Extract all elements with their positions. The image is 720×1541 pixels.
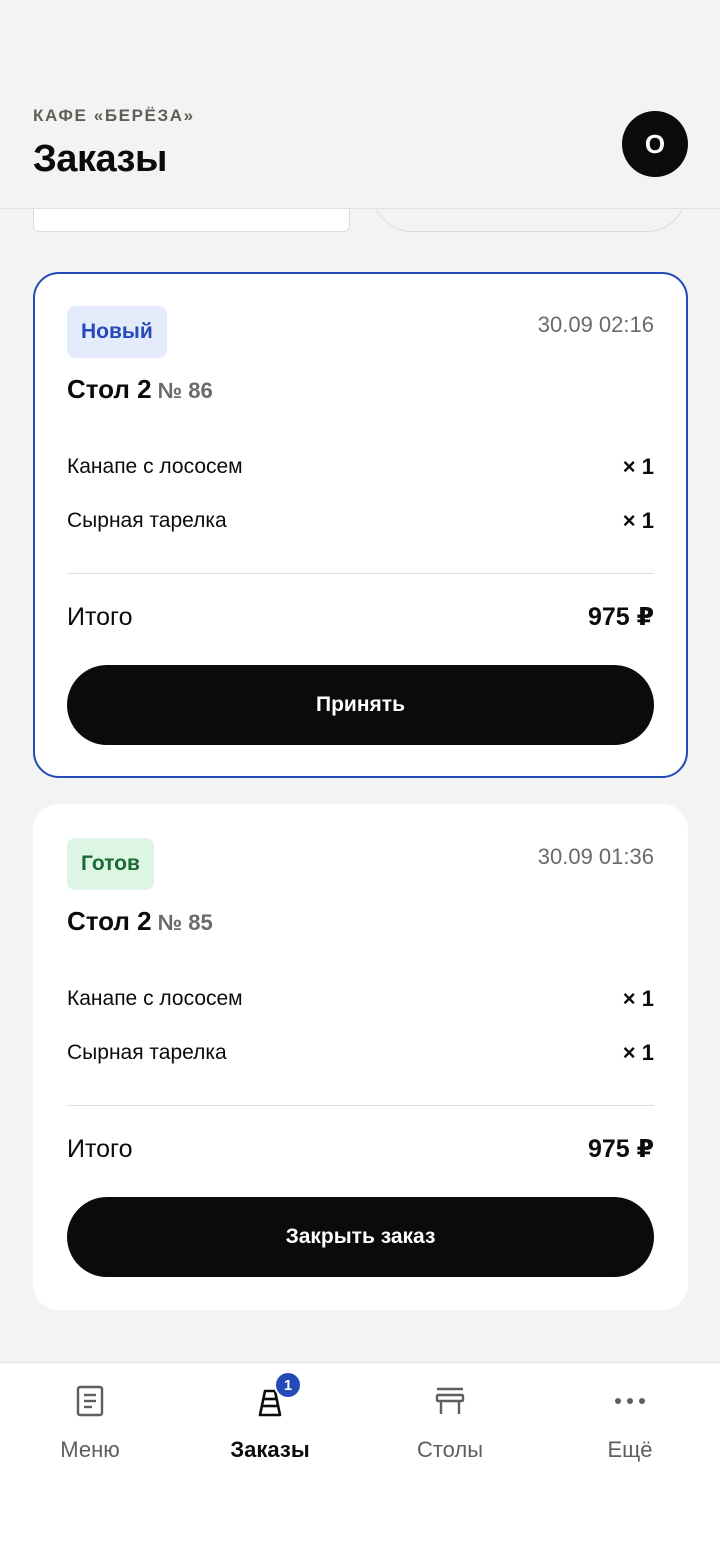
item-name: Канапе с лососем [67, 455, 243, 478]
item-name: Сырная тарелка [67, 509, 227, 532]
nav-item-tables[interactable]: Столы [360, 1383, 540, 1483]
nav-label: Столы [416, 1437, 484, 1462]
menu-document-icon [72, 1383, 108, 1419]
cafe-name: КАФЕ «БЕРЁЗА» [33, 106, 195, 125]
notification-badge: 1 [274, 1371, 302, 1399]
total-row: Итого 975 ₽ [67, 602, 654, 632]
item-qty: × 1 [622, 986, 654, 1011]
total-row: Итого 975 ₽ [67, 1134, 654, 1164]
nav-item-menu[interactable]: Меню [0, 1383, 180, 1483]
order-time: 30.09 01:36 [537, 844, 654, 869]
item-qty: × 1 [622, 1040, 654, 1065]
item-name: Канапе с лососем [67, 987, 243, 1010]
order-item: Канапе с лососем × 1 [67, 984, 654, 1014]
table-name: Стол 2 [67, 906, 152, 936]
orders-bag-icon: 1 [252, 1371, 302, 1419]
order-item: Сырная тарелка × 1 [67, 1038, 654, 1068]
item-qty: × 1 [622, 508, 654, 533]
nav-item-more[interactable]: Ещё [540, 1383, 720, 1483]
more-dots-icon [612, 1383, 648, 1419]
total-value: 975 ₽ [587, 603, 654, 631]
order-item: Канапе с лососем × 1 [67, 452, 654, 482]
orders-screen: КАФЕ «БЕРЁЗА» Заказы О Новый 30.09 02:16… [0, 0, 720, 1541]
order-card: Новый 30.09 02:16 Стол 2 № 86 Канапе с ло… [33, 272, 688, 778]
table-icon [432, 1383, 468, 1419]
order-table: Стол 2 № 86 [67, 374, 213, 405]
nav-label: Меню [60, 1437, 120, 1462]
order-number: № 85 [157, 910, 213, 935]
nav-label: Ещё [607, 1437, 653, 1462]
item-qty: × 1 [622, 454, 654, 479]
close-order-button[interactable]: Закрыть заказ [67, 1197, 654, 1277]
total-label: Итого [67, 602, 133, 631]
total-label: Итого [67, 1134, 133, 1163]
page-title: Заказы [33, 138, 167, 180]
divider [67, 573, 654, 574]
status-badge: Новый [67, 306, 167, 358]
item-name: Сырная тарелка [67, 1041, 227, 1064]
avatar[interactable]: О [622, 111, 688, 177]
total-value: 975 ₽ [587, 1135, 654, 1163]
order-card: Готов 30.09 01:36 Стол 2 № 85 Канапе с ло… [33, 804, 688, 1310]
accept-button[interactable]: Принять [67, 665, 654, 745]
order-item: Сырная тарелка × 1 [67, 506, 654, 536]
status-badge: Готов [67, 838, 154, 890]
order-table: Стол 2 № 85 [67, 906, 213, 937]
bottom-nav: Меню 1 Заказы Столы Ещё [0, 1362, 720, 1541]
divider [67, 1105, 654, 1106]
order-time: 30.09 02:16 [537, 312, 654, 337]
table-name: Стол 2 [67, 374, 152, 404]
nav-label: Заказы [230, 1437, 310, 1462]
nav-item-orders[interactable]: 1 Заказы [180, 1371, 360, 1483]
order-number: № 86 [157, 378, 213, 403]
app-header: КАФЕ «БЕРЁЗА» Заказы О [0, 0, 720, 209]
